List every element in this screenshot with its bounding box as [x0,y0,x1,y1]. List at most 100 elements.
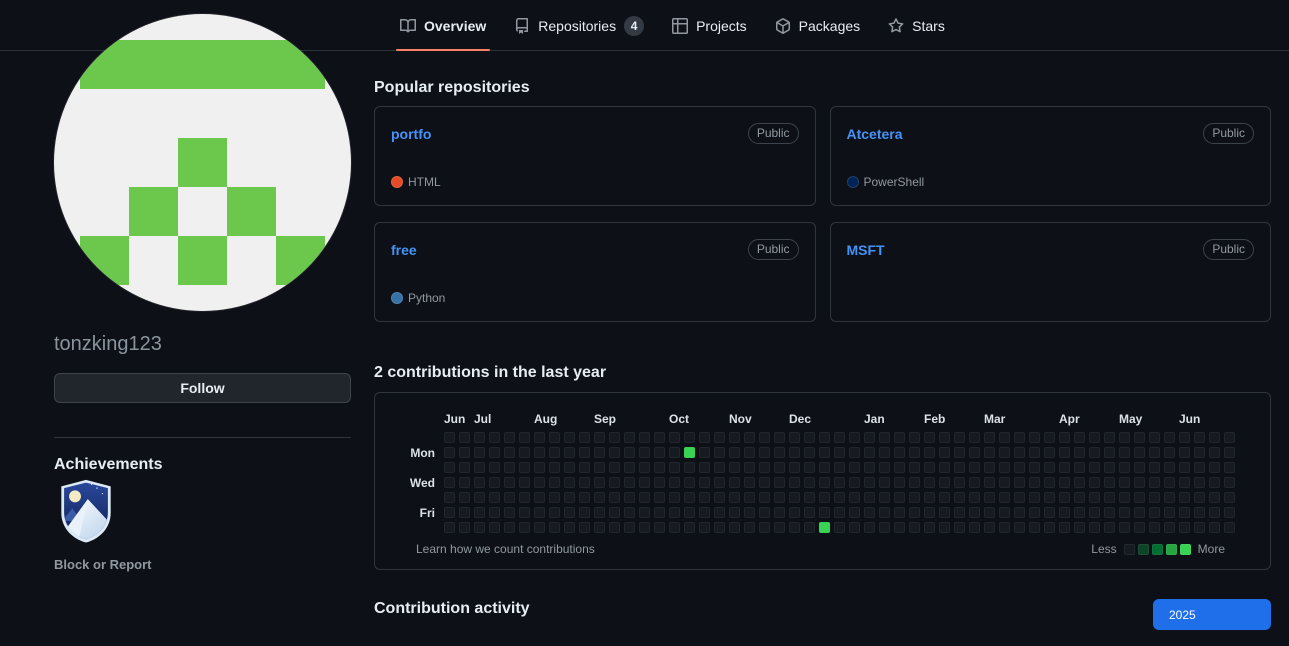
contribution-cell[interactable] [1059,447,1070,458]
contribution-cell[interactable] [999,447,1010,458]
contribution-cell[interactable] [1104,507,1115,518]
tab-projects[interactable]: Projects [658,0,761,51]
contribution-cell[interactable] [444,492,455,503]
contribution-cell[interactable] [594,522,605,533]
contribution-cell[interactable] [969,477,980,488]
contribution-cell[interactable] [1029,507,1040,518]
achievement-badge-icon[interactable] [56,479,116,543]
contribution-cell[interactable] [564,507,575,518]
contribution-cell[interactable] [1209,507,1220,518]
contribution-cell[interactable] [1029,477,1040,488]
contribution-cell[interactable] [624,507,635,518]
contribution-cell[interactable] [1149,462,1160,473]
contribution-cell[interactable] [879,507,890,518]
contribution-cell[interactable] [669,477,680,488]
contribution-cell[interactable] [1059,507,1070,518]
contribution-cell[interactable] [789,447,800,458]
contribution-cell[interactable] [819,432,830,443]
contribution-cell[interactable] [924,462,935,473]
contribution-cell[interactable] [669,507,680,518]
contribution-cell[interactable] [504,477,515,488]
contribution-cell[interactable] [1074,522,1085,533]
contribution-cell[interactable] [654,432,665,443]
contribution-cell[interactable] [1119,447,1130,458]
contribution-cell[interactable] [729,477,740,488]
contribution-cell[interactable] [459,492,470,503]
contribution-cell[interactable] [1074,492,1085,503]
contribution-cell[interactable] [504,522,515,533]
contribution-cell[interactable] [1164,507,1175,518]
contribution-cell[interactable] [1134,432,1145,443]
contribution-cell[interactable] [444,432,455,443]
contribution-cell[interactable] [579,507,590,518]
contribution-cell[interactable] [534,462,545,473]
contribution-cell[interactable] [864,462,875,473]
contribution-cell[interactable] [1059,492,1070,503]
contribution-cell[interactable] [564,522,575,533]
contribution-cell[interactable] [774,447,785,458]
tab-repositories[interactable]: Repositories 4 [500,0,658,51]
contribution-cell[interactable] [819,492,830,503]
contribution-cell[interactable] [549,507,560,518]
contribution-cell[interactable] [744,447,755,458]
contribution-cell[interactable] [1134,462,1145,473]
contribution-cell[interactable] [1029,432,1040,443]
contribution-cell[interactable] [609,432,620,443]
contribution-cell[interactable] [1014,477,1025,488]
contribution-cell[interactable] [1149,522,1160,533]
contribution-cell[interactable] [459,447,470,458]
contribution-cell[interactable] [999,477,1010,488]
tab-overview[interactable]: Overview [386,0,500,51]
contribution-cell[interactable] [714,522,725,533]
contribution-cell[interactable] [1164,492,1175,503]
contribution-cell[interactable] [714,447,725,458]
contribution-cell[interactable] [729,522,740,533]
contribution-cell[interactable] [549,477,560,488]
contribution-cell[interactable] [789,522,800,533]
contribution-cell[interactable] [1014,432,1025,443]
contribution-cell[interactable] [729,492,740,503]
contribution-cell[interactable] [939,447,950,458]
block-or-report-link[interactable]: Block or Report [54,557,152,572]
contribution-cell[interactable] [1044,447,1055,458]
contribution-cell[interactable] [474,477,485,488]
contribution-cell[interactable] [879,447,890,458]
contribution-cell[interactable] [1224,507,1235,518]
contribution-cell[interactable] [729,432,740,443]
contribution-cell[interactable] [474,492,485,503]
contribution-cell[interactable] [1149,447,1160,458]
contribution-cell[interactable] [1164,432,1175,443]
contribution-cell[interactable] [954,462,965,473]
contribution-cell[interactable] [1119,522,1130,533]
contribution-cell[interactable] [804,432,815,443]
tab-packages[interactable]: Packages [761,0,874,51]
contribution-cell[interactable] [909,477,920,488]
contribution-cell[interactable] [834,522,845,533]
contribution-cell[interactable] [954,522,965,533]
contribution-cell[interactable] [834,507,845,518]
contribution-cell[interactable] [744,477,755,488]
contribution-cell[interactable] [609,522,620,533]
contribution-cell[interactable] [849,522,860,533]
contribution-cell[interactable] [924,447,935,458]
contribution-cell[interactable] [1074,432,1085,443]
contribution-cell[interactable] [1194,522,1205,533]
contribution-cell[interactable] [744,507,755,518]
contribution-cell[interactable] [669,447,680,458]
contribution-cell[interactable] [969,447,980,458]
contribution-cell[interactable] [1164,477,1175,488]
contribution-cell[interactable] [714,492,725,503]
contribution-cell[interactable] [714,507,725,518]
contribution-cell[interactable] [624,432,635,443]
contribution-cell[interactable] [1059,432,1070,443]
contribution-cell[interactable] [909,492,920,503]
contribution-cell[interactable] [864,522,875,533]
contribution-cell[interactable] [834,477,845,488]
contribution-cell[interactable] [684,432,695,443]
contribution-cell[interactable] [459,507,470,518]
contribution-cell[interactable] [1164,447,1175,458]
contribution-cell[interactable] [774,462,785,473]
contribution-cell[interactable] [1179,462,1190,473]
contribution-cell[interactable] [1194,432,1205,443]
contribution-cell[interactable] [849,477,860,488]
